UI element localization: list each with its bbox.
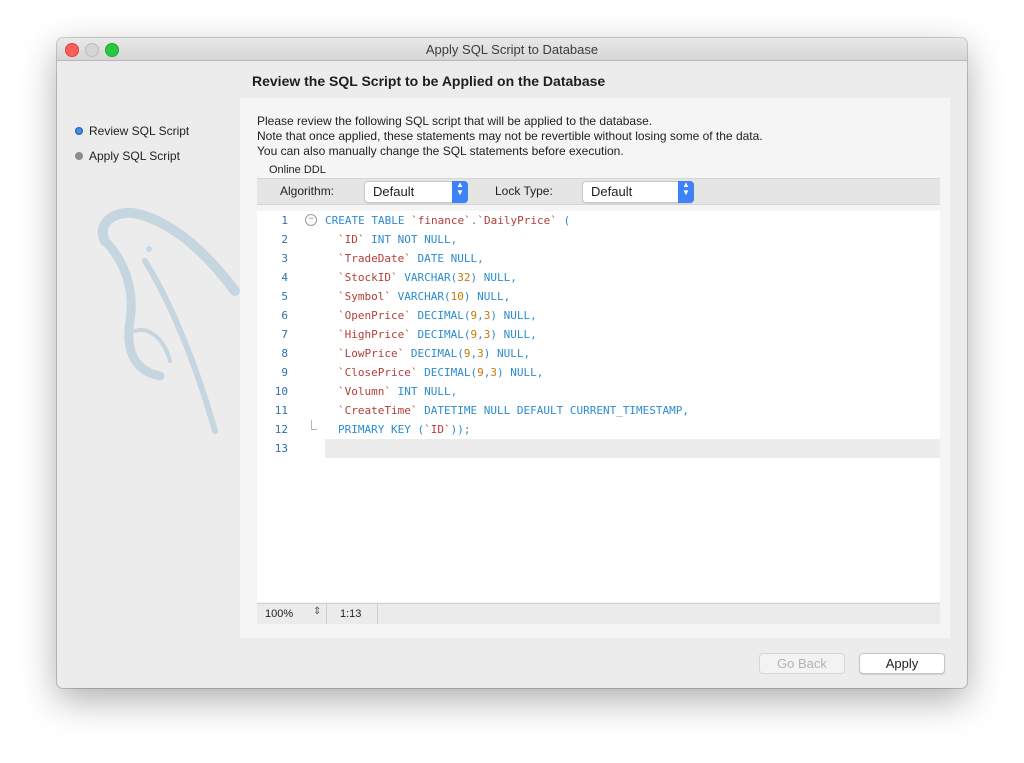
code-line: 1 − CREATE TABLE `finance`.`DailyPrice` … <box>257 211 940 230</box>
online-ddl-label: Online DDL <box>269 164 326 176</box>
fold-collapse-icon[interactable]: − <box>305 214 317 226</box>
intro-text: Please review the following SQL script t… <box>257 114 763 159</box>
code-line: 3 `TradeDate` DATE NULL, <box>257 249 940 268</box>
code-line: 5 `Symbol` VARCHAR(10) NULL, <box>257 287 940 306</box>
select-stepper-icon: ▲ ▼ <box>678 181 694 203</box>
code-line: 6 `OpenPrice` DECIMAL(9,3) NULL, <box>257 306 940 325</box>
lock-type-value: Default <box>591 184 633 199</box>
code-text: `Volumn` INT NULL, <box>338 385 458 398</box>
review-panel: Please review the following SQL script t… <box>240 98 950 638</box>
go-back-button[interactable]: Go Back <box>759 653 845 674</box>
divider <box>377 604 378 624</box>
title-bar: Apply SQL Script to Database <box>57 38 967 61</box>
line-number: 4 <box>281 271 288 284</box>
intro-line: Please review the following SQL script t… <box>257 114 653 128</box>
code-text: `LowPrice` DECIMAL(9,3) NULL, <box>338 347 531 360</box>
line-number: 5 <box>281 290 288 303</box>
online-ddl-bar: Algorithm: Default ▲ ▼ Lock Type: Default… <box>257 178 940 205</box>
code-text: `CreateTime` DATETIME NULL DEFAULT CURRE… <box>338 404 690 417</box>
page-title: Review the SQL Script to be Applied on t… <box>252 73 606 89</box>
lock-type-select[interactable]: Default ▲ ▼ <box>582 181 694 203</box>
dolphin-logo-watermark-icon <box>97 207 240 434</box>
code-text: `StockID` VARCHAR(32) NULL, <box>338 271 517 284</box>
intro-line: Note that once applied, these statements… <box>257 129 763 143</box>
step-active-icon <box>75 126 83 135</box>
step-apply-sql-script[interactable]: Apply SQL Script <box>75 148 180 164</box>
algorithm-label: Algorithm: <box>280 184 335 198</box>
line-number: 12 <box>274 423 288 436</box>
line-number: 2 <box>281 233 288 246</box>
sql-editor[interactable]: 1 − CREATE TABLE `finance`.`DailyPrice` … <box>257 211 940 602</box>
step-review-sql-script[interactable]: Review SQL Script <box>75 123 189 139</box>
code-line: 11 `CreateTime` DATETIME NULL DEFAULT CU… <box>257 401 940 420</box>
code-text: CREATE TABLE `finance`.`DailyPrice` ( <box>325 214 571 227</box>
line-number: 6 <box>281 309 288 322</box>
step-inactive-icon <box>75 151 83 160</box>
step-label: Review SQL Script <box>89 124 190 138</box>
code-text: `TradeDate` DATE NULL, <box>338 252 484 265</box>
current-line-highlight <box>325 439 940 458</box>
code-line: 8 `LowPrice` DECIMAL(9,3) NULL, <box>257 344 940 363</box>
apply-sql-script-window: Apply SQL Script to Database Review SQL … <box>57 38 967 688</box>
line-number: 13 <box>274 442 288 455</box>
lock-type-label: Lock Type: <box>495 184 553 198</box>
zoom-stepper-icon[interactable]: ⇕ <box>313 606 321 617</box>
code-line: 9 `ClosePrice` DECIMAL(9,3) NULL, <box>257 363 940 382</box>
intro-line: You can also manually change the SQL sta… <box>257 144 624 158</box>
zoom-level[interactable]: 100% <box>265 608 293 620</box>
algorithm-value: Default <box>373 184 415 199</box>
divider <box>326 604 327 624</box>
line-number: 11 <box>274 404 288 417</box>
code-line: 4 `StockID` VARCHAR(32) NULL, <box>257 268 940 287</box>
line-number: 7 <box>281 328 288 341</box>
line-number: 10 <box>274 385 288 398</box>
apply-button[interactable]: Apply <box>859 653 945 674</box>
wizard-sidebar: Review SQL Script Apply SQL Script <box>57 61 240 641</box>
line-number: 8 <box>281 347 288 360</box>
code-line: 2 `ID` INT NOT NULL, <box>257 230 940 249</box>
code-text: `OpenPrice` DECIMAL(9,3) NULL, <box>338 309 537 322</box>
code-text: `ID` INT NOT NULL, <box>338 233 458 246</box>
fold-end-marker-icon <box>311 420 317 430</box>
cursor-position: 1:13 <box>340 608 362 620</box>
code-text: `HighPrice` DECIMAL(9,3) NULL, <box>338 328 537 341</box>
window-title: Apply SQL Script to Database <box>425 42 599 57</box>
code-line: 7 `HighPrice` DECIMAL(9,3) NULL, <box>257 325 940 344</box>
step-label: Apply SQL Script <box>89 149 180 163</box>
code-text: `ClosePrice` DECIMAL(9,3) NULL, <box>338 366 544 379</box>
code-text: PRIMARY KEY (`ID`)); <box>338 423 471 436</box>
line-number: 9 <box>281 366 288 379</box>
algorithm-select[interactable]: Default ▲ ▼ <box>364 181 468 203</box>
code-line: 12 PRIMARY KEY (`ID`)); <box>257 420 940 439</box>
editor-status-bar: 100% ⇕ 1:13 <box>257 603 940 624</box>
select-stepper-icon: ▲ ▼ <box>452 181 468 203</box>
code-line: 10 `Volumn` INT NULL, <box>257 382 940 401</box>
code-text: `Symbol` VARCHAR(10) NULL, <box>338 290 511 303</box>
line-number: 1 <box>281 214 288 227</box>
line-number: 3 <box>281 252 288 265</box>
code-line: 13 <box>257 439 940 458</box>
